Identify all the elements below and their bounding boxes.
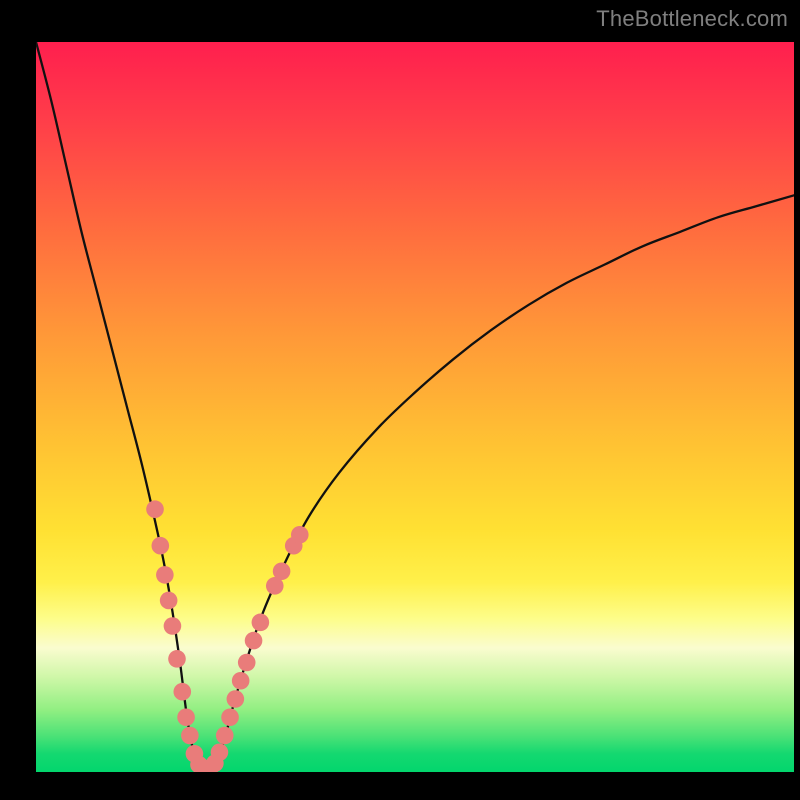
watermark-text: TheBottleneck.com	[596, 6, 788, 32]
data-marker	[152, 537, 170, 555]
data-marker	[168, 650, 186, 668]
bottleneck-curve	[36, 42, 794, 770]
data-marker	[160, 592, 178, 610]
data-markers-group	[146, 500, 308, 772]
data-marker	[173, 683, 191, 701]
data-marker	[177, 708, 195, 726]
data-marker	[181, 727, 199, 745]
data-marker	[252, 614, 270, 632]
chart-frame: TheBottleneck.com	[0, 0, 800, 800]
data-marker	[221, 708, 239, 726]
data-marker	[245, 632, 263, 650]
data-marker	[291, 526, 309, 544]
data-marker	[238, 654, 256, 672]
data-marker	[227, 690, 245, 708]
data-marker	[216, 727, 234, 745]
data-marker	[164, 617, 182, 635]
data-marker	[156, 566, 174, 584]
plot-area	[36, 42, 794, 772]
data-marker	[146, 500, 164, 518]
curve-layer	[36, 42, 794, 770]
chart-svg	[36, 42, 794, 772]
data-marker	[211, 743, 229, 761]
data-marker	[273, 562, 291, 580]
data-marker	[232, 672, 250, 690]
